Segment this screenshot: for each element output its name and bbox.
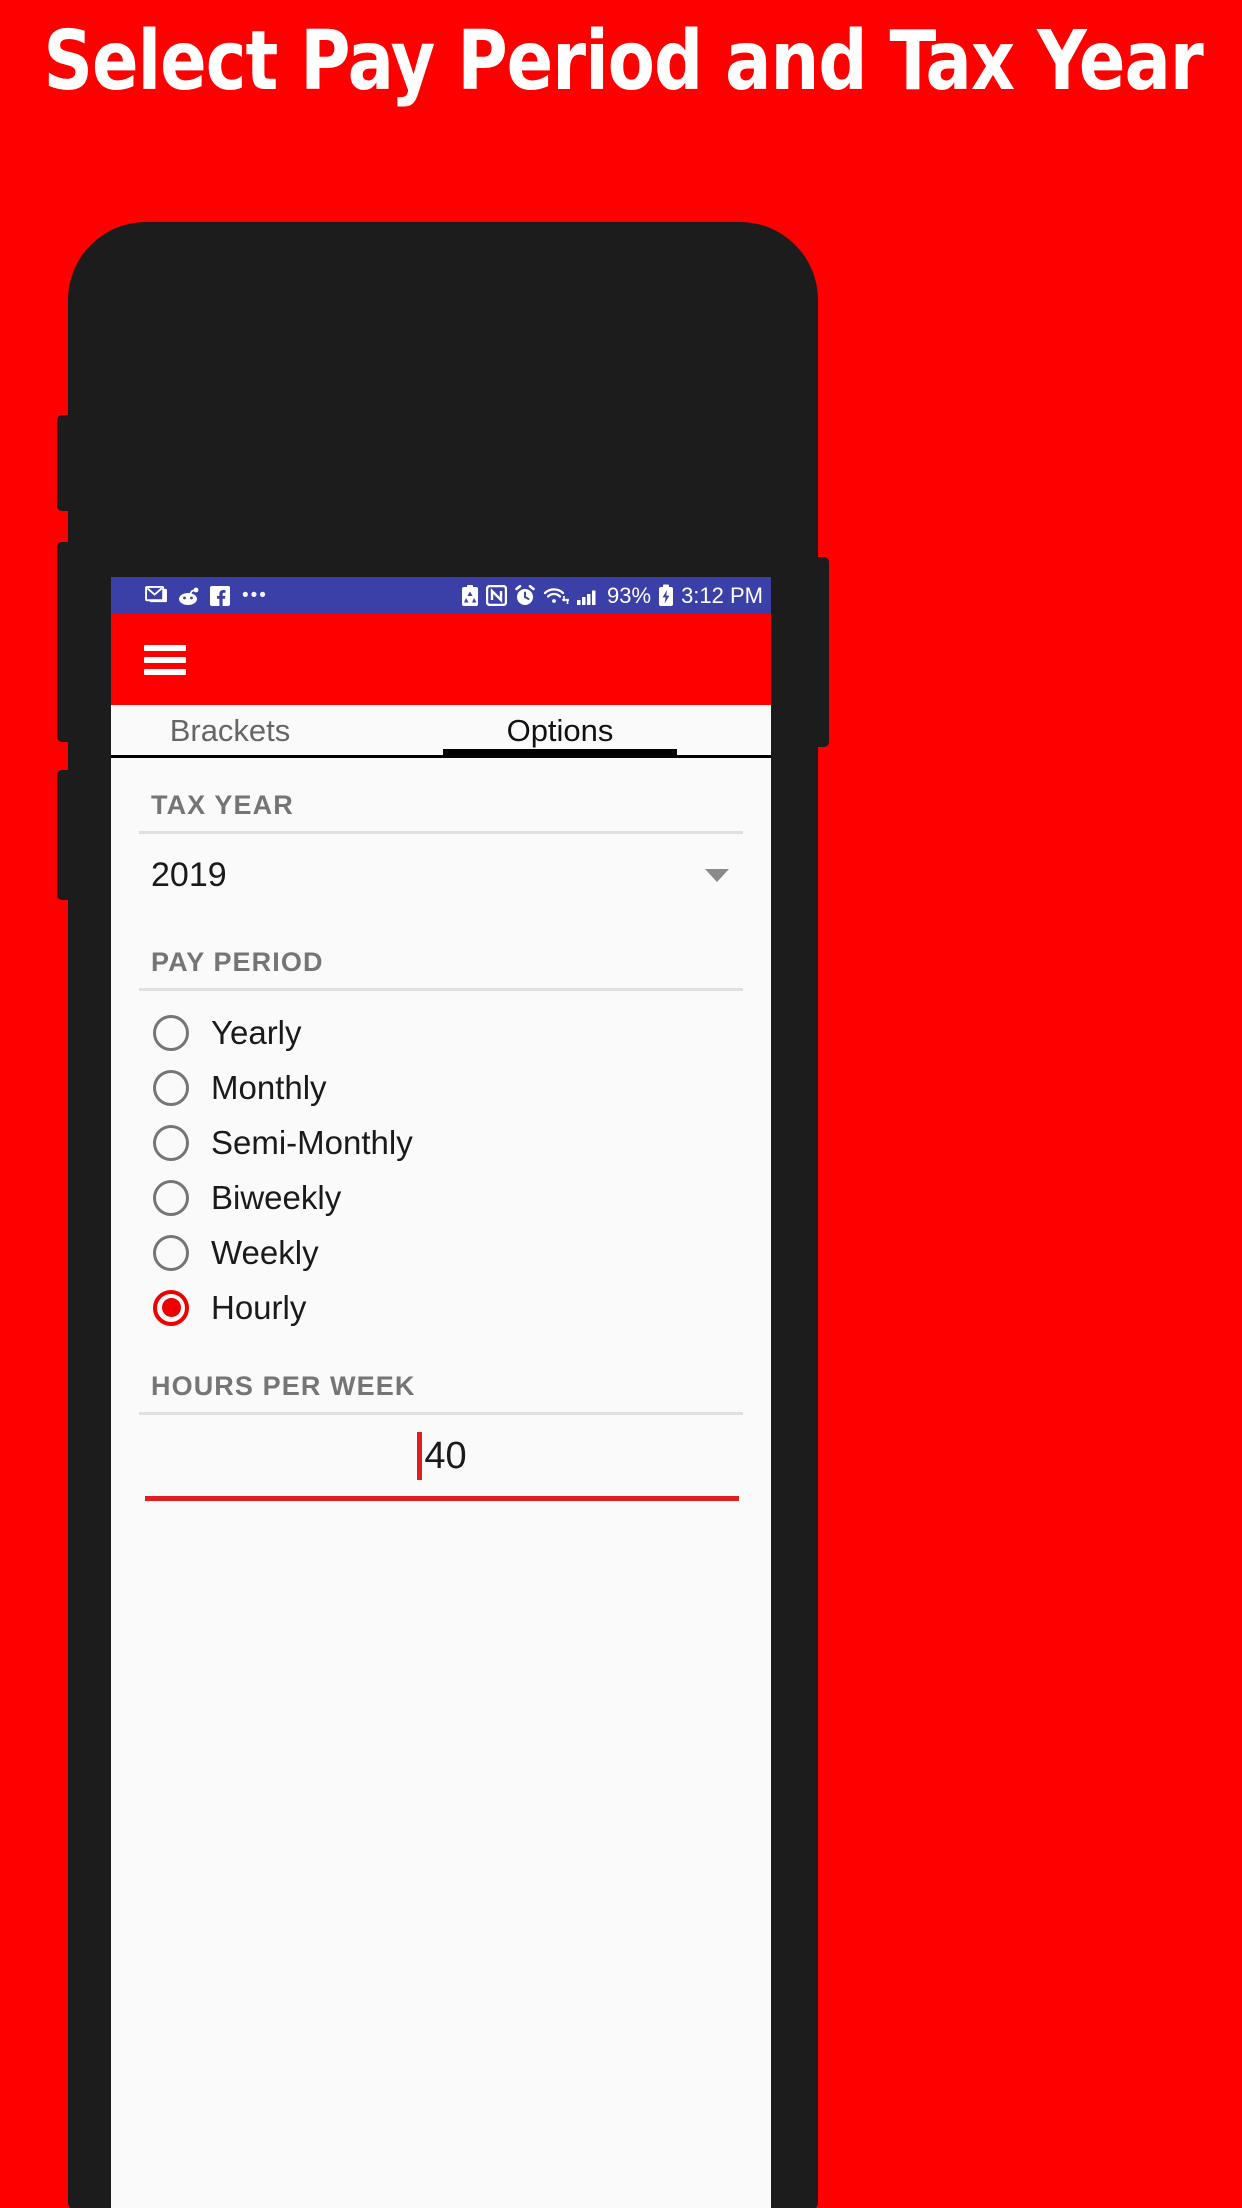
phone-button-left-bottom — [57, 770, 70, 900]
phone-button-right — [816, 557, 829, 747]
radio-option-biweekly[interactable]: Biweekly — [139, 1170, 743, 1225]
nfc-icon — [486, 585, 508, 606]
text-cursor — [417, 1431, 423, 1480]
reddit-icon — [177, 586, 201, 606]
alarm-icon — [514, 584, 536, 607]
tax-year-value: 2019 — [151, 856, 227, 894]
hamburger-bar-1 — [144, 644, 186, 651]
radio-circle-icon — [153, 1069, 189, 1106]
wifi-icon — [543, 586, 570, 606]
radio-label-monthly: Monthly — [211, 1069, 327, 1106]
status-bar: ••• 93% 3:12 PM — [111, 577, 771, 614]
radio-option-semi-monthly[interactable]: Semi-Monthly — [139, 1115, 743, 1170]
facebook-icon — [210, 585, 230, 606]
recycle-icon — [461, 584, 479, 607]
tab-options-label: Options — [506, 712, 614, 748]
radio-label-yearly: Yearly — [211, 1014, 302, 1051]
radio-circle-icon — [153, 1124, 189, 1161]
page-title: Select Pay Period and Tax Year — [43, 14, 1203, 109]
tab-brackets-label: Brackets — [169, 712, 291, 748]
battery-charging-icon — [658, 584, 674, 607]
options-panel: TAX YEAR 2019 PAY PERIOD Yearly Monthly — [111, 758, 771, 2208]
status-bar-notifications: ••• — [145, 584, 268, 606]
tax-year-dropdown[interactable]: 2019 — [139, 834, 743, 915]
hamburger-menu-icon[interactable] — [144, 644, 186, 675]
status-bar-system: 93% 3:12 PM — [461, 584, 763, 607]
battery-percent-label: 93% — [607, 582, 652, 608]
hours-per-week-value: 40 — [424, 1434, 467, 1477]
radio-option-hourly[interactable]: Hourly — [139, 1280, 743, 1335]
radio-label-biweekly: Biweekly — [211, 1179, 342, 1216]
phone-screen: ••• 93% 3:12 PM Brackets Options TAX YEA… — [111, 577, 771, 2208]
radio-circle-icon — [153, 1179, 189, 1216]
radio-label-weekly: Weekly — [211, 1234, 319, 1271]
radio-option-weekly[interactable]: Weekly — [139, 1225, 743, 1280]
signal-icon — [576, 586, 600, 606]
hours-per-week-input-inner: 40 — [417, 1431, 467, 1480]
radio-label-hourly: Hourly — [211, 1289, 307, 1326]
radio-option-monthly[interactable]: Monthly — [139, 1060, 743, 1115]
tab-bar: Brackets Options — [111, 705, 771, 758]
chevron-down-icon — [705, 869, 729, 882]
tab-brackets[interactable]: Brackets — [111, 705, 395, 755]
radio-circle-selected-icon — [153, 1289, 189, 1326]
clock-label: 3:12 PM — [681, 582, 763, 608]
email-icon — [145, 586, 168, 605]
phone-mockup: ••• 93% 3:12 PM Brackets Options TAX YEA… — [57, 222, 829, 2208]
radio-option-yearly[interactable]: Yearly — [139, 1005, 743, 1060]
hours-per-week-input[interactable]: 40 — [145, 1415, 739, 1501]
tab-options[interactable]: Options — [395, 705, 725, 758]
app-bar — [111, 614, 771, 705]
phone-button-left-top — [57, 415, 70, 511]
radio-circle-icon — [153, 1234, 189, 1271]
radio-circle-icon — [153, 1014, 189, 1051]
hours-per-week-section-label: HOURS PER WEEK — [151, 1371, 416, 1401]
radio-label-semi-monthly: Semi-Monthly — [211, 1124, 413, 1161]
tax-year-section-label: TAX YEAR — [151, 790, 294, 820]
pay-period-section-label: PAY PERIOD — [151, 947, 324, 977]
screenshot-root: Select Pay Period and Tax Year ••• 93% 3… — [0, 0, 1242, 2208]
pay-period-radio-group: Yearly Monthly Semi-Monthly Biweekly Wee… — [139, 991, 743, 1339]
hamburger-bar-3 — [144, 668, 186, 675]
more-dots-icon: ••• — [242, 584, 268, 606]
hamburger-bar-2 — [144, 656, 186, 663]
phone-button-left-middle — [57, 542, 70, 742]
